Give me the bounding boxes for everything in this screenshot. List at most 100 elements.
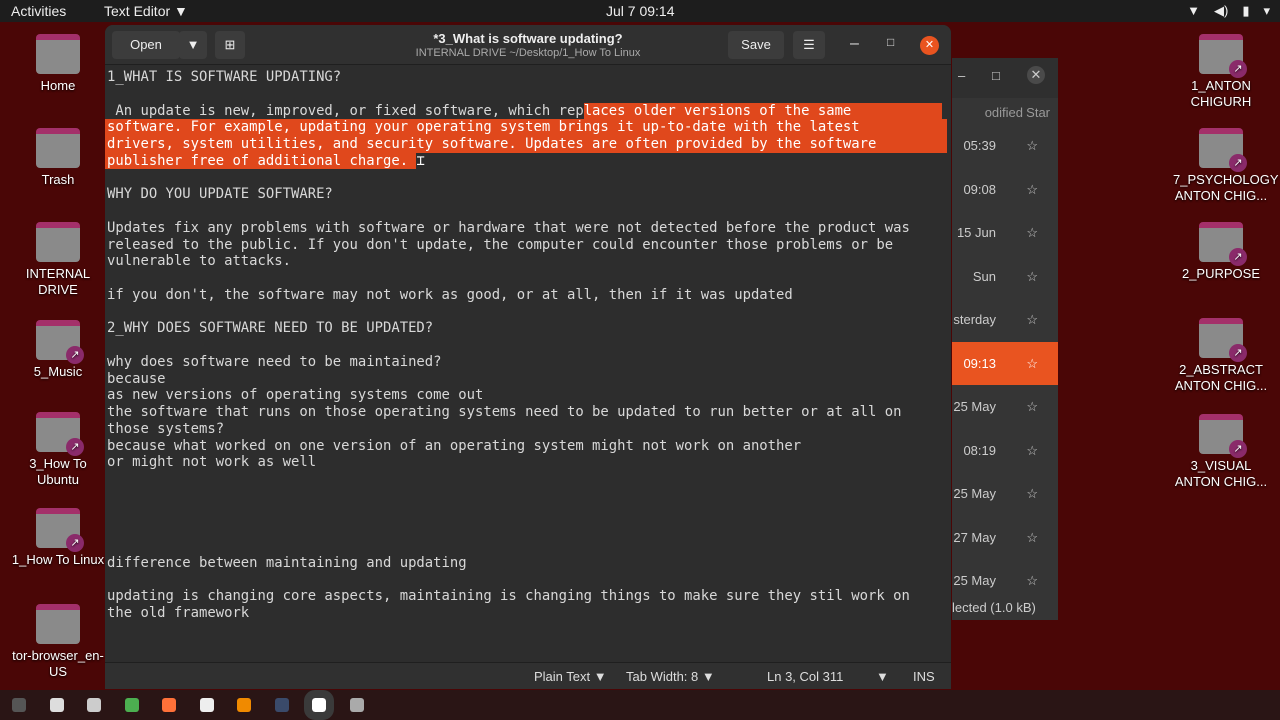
- star-icon[interactable]: ☆: [1026, 429, 1038, 472]
- selected-text: laces older versions of the same: [583, 102, 942, 120]
- star-icon[interactable]: ☆: [1026, 385, 1038, 428]
- cursor-position[interactable]: Ln 3, Col 311: [767, 669, 843, 684]
- file-manager-window[interactable]: – □ ✕ odified Star 05:39 ☆ 09:08 ☆ 15 Jun ☆ Sun ☆ s…: [952, 58, 1058, 620]
- steam-icon[interactable]: [199, 698, 214, 712]
- desktop-icon[interactable]: ↗ 2_ABSTRACT ANTON CHIG...: [1173, 318, 1269, 394]
- star-icon[interactable]: ☆: [1026, 298, 1038, 341]
- new-tab-button[interactable]: ⊞: [215, 31, 245, 59]
- desktop-icon[interactable]: ↗ 5_Music: [10, 320, 106, 380]
- file-row[interactable]: 25 May ☆: [952, 472, 1058, 515]
- text-line: released to the public. If you don't upd…: [107, 236, 894, 253]
- text-segment: An update is new, improved, or fixed sof…: [107, 102, 584, 119]
- star-icon[interactable]: ☆: [1026, 124, 1038, 167]
- folder-icon: ↗: [1199, 34, 1247, 78]
- document-path: INTERNAL DRIVE ~/Desktop/1_How To Linux: [415, 47, 641, 59]
- close-icon[interactable]: ✕: [920, 36, 939, 55]
- hamburger-menu-icon[interactable]: ☰: [793, 31, 825, 59]
- app-icon[interactable]: [349, 698, 364, 712]
- star-icon[interactable]: ☆: [1026, 168, 1038, 211]
- terminal-icon[interactable]: [12, 698, 26, 712]
- text-cursor-icon: ⌶: [416, 152, 425, 169]
- star-icon[interactable]: ☆: [1026, 255, 1038, 298]
- file-row[interactable]: 08:19 ☆: [952, 429, 1058, 472]
- star-icon[interactable]: ☆: [1026, 516, 1038, 559]
- text-line: Updates fix any problems with software o…: [107, 219, 910, 236]
- desktop-icon[interactable]: INTERNAL DRIVE: [10, 222, 106, 298]
- desktop-icon[interactable]: Home: [10, 34, 106, 94]
- text-line: vulnerable to attacks.: [107, 253, 291, 270]
- activities-button[interactable]: Activities: [11, 3, 66, 19]
- text-line: [107, 170, 947, 187]
- text-line: [107, 471, 947, 488]
- text-area[interactable]: 1_WHAT IS SOFTWARE UPDATING? An update i…: [105, 69, 947, 622]
- modified-date: Sun: [972, 268, 996, 284]
- desktop-icon-label: 2_ABSTRACT ANTON CHIG...: [1174, 362, 1268, 393]
- status-bar: Plain Text ▼ Tab Width: 8 ▼ Ln 3, Col 31…: [105, 662, 951, 689]
- desktop-icon[interactable]: ↗ 2_PURPOSE: [1173, 222, 1269, 282]
- header-bar: Open ▼ ⊞ *3_What is software updating? IN…: [105, 25, 951, 65]
- desktop-icon[interactable]: Trash: [10, 128, 106, 188]
- vlc-icon[interactable]: [237, 698, 251, 712]
- file-row[interactable]: 27 May ☆: [952, 516, 1058, 559]
- network-icon[interactable]: ▼: [1187, 3, 1200, 19]
- star-icon[interactable]: ☆: [1026, 559, 1038, 602]
- text-line: [107, 538, 947, 555]
- top-bar: Activities Text Editor ▼ Jul 7 09:14 ▼ ◀)…: [0, 0, 1280, 22]
- folder-icon: ↗: [1199, 128, 1247, 172]
- volume-icon[interactable]: ◀): [1214, 3, 1228, 19]
- file-row[interactable]: 25 May ☆: [952, 385, 1058, 428]
- desktop-icon[interactable]: ↗ 1_How To Linux: [10, 508, 106, 568]
- file-row[interactable]: 25 May ☆: [952, 559, 1058, 602]
- language-selector[interactable]: Plain Text ▼: [534, 669, 607, 684]
- minimize-icon[interactable]: –: [958, 68, 965, 83]
- maximize-icon[interactable]: □: [992, 68, 1000, 83]
- firefox-icon[interactable]: [162, 698, 176, 712]
- text-line: [107, 304, 947, 321]
- folder-icon: ↗: [36, 508, 84, 552]
- text-line: WHY DO YOU UPDATE SOFTWARE?: [107, 186, 333, 203]
- clock[interactable]: Jul 7 09:14: [606, 3, 675, 19]
- desktop-icon[interactable]: ↗ 7_PSYCHOLOGY ANTON CHIG...: [1173, 128, 1279, 204]
- modified-date: 27 May: [953, 529, 996, 545]
- text-editor-icon[interactable]: [304, 690, 334, 720]
- text-line: because: [107, 370, 166, 387]
- star-icon[interactable]: ☆: [1026, 472, 1038, 515]
- app-menu[interactable]: Text Editor ▼: [104, 3, 188, 19]
- file-row[interactable]: Sun ☆: [952, 255, 1058, 298]
- desktop-icon[interactable]: ↗ 3_How To Ubuntu: [10, 412, 106, 488]
- close-icon[interactable]: ✕: [1027, 66, 1045, 84]
- text-line: [107, 337, 947, 354]
- folder-icon: ↗: [36, 320, 84, 364]
- monitor-icon[interactable]: [274, 698, 289, 712]
- desktop-icon[interactable]: ↗ 3_VISUAL ANTON CHIG...: [1173, 414, 1269, 490]
- file-row[interactable]: 05:39 ☆: [952, 124, 1058, 167]
- insert-mode[interactable]: INS: [913, 669, 935, 684]
- system-tray[interactable]: ▼ ◀) ▮ ▾: [1187, 3, 1270, 19]
- maximize-icon[interactable]: □: [887, 35, 894, 49]
- open-button[interactable]: Open: [112, 31, 180, 59]
- file-row[interactable]: 09:13 ☆: [952, 341, 1058, 385]
- modified-date: 25 May: [953, 399, 996, 414]
- text-line: [107, 572, 947, 589]
- minimize-icon[interactable]: –: [850, 35, 859, 53]
- star-icon[interactable]: ☆: [1026, 342, 1038, 385]
- tab-width-selector[interactable]: Tab Width: 8 ▼: [626, 669, 715, 684]
- disks-icon[interactable]: [87, 698, 101, 712]
- star-icon[interactable]: ☆: [1026, 211, 1038, 254]
- open-menu-button[interactable]: ▼: [179, 31, 207, 59]
- chevron-down-icon[interactable]: ▼: [876, 669, 889, 684]
- text-line: An update is new, improved, or fixed sof…: [107, 102, 947, 120]
- folder-icon: [36, 34, 80, 74]
- battery-icon[interactable]: ▮: [1242, 3, 1249, 19]
- save-button[interactable]: Save: [728, 31, 784, 59]
- desktop-icon[interactable]: ↗ 1_ANTON CHIGURH: [1173, 34, 1269, 110]
- chrome-icon[interactable]: [124, 698, 139, 712]
- text-line: if you don't, the software may not work …: [107, 286, 793, 303]
- chevron-down-icon[interactable]: ▾: [1263, 3, 1270, 19]
- file-row[interactable]: sterday ☆: [952, 298, 1058, 341]
- file-row[interactable]: 09:08 ☆: [952, 168, 1058, 211]
- text-editor-window[interactable]: Open ▼ ⊞ *3_What is software updating? IN…: [105, 25, 951, 689]
- file-row[interactable]: 15 Jun ☆: [952, 211, 1058, 254]
- files-icon[interactable]: [49, 698, 64, 712]
- desktop-icon[interactable]: tor-browser_en-US: [10, 604, 106, 680]
